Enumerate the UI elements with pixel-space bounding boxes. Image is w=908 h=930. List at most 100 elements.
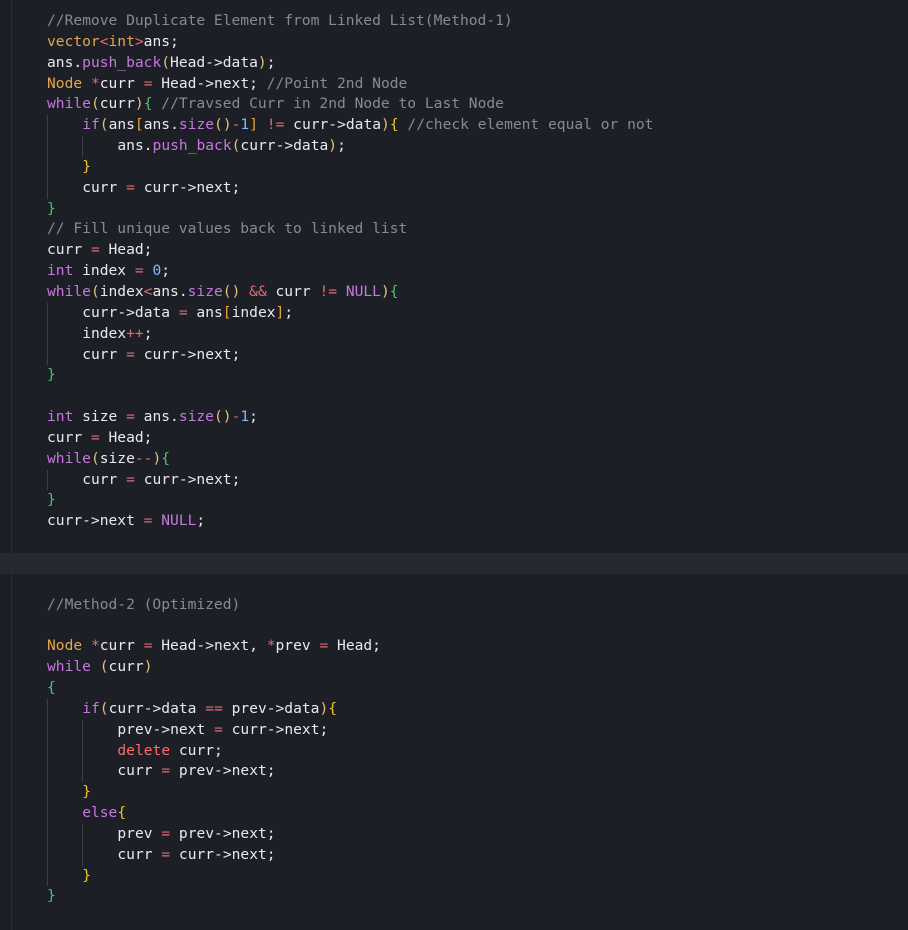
code-line[interactable]: curr->data = ans[index]; (0, 302, 908, 324)
code-token: } (82, 866, 91, 884)
code-line[interactable]: curr = curr->next; (0, 344, 908, 366)
code-token: curr->next; (170, 845, 276, 863)
code-line[interactable]: { (0, 678, 908, 699)
code-line[interactable]: curr = curr->next; (0, 844, 908, 866)
code-line[interactable]: curr = Head; (0, 240, 908, 261)
code-token: if (82, 699, 100, 717)
code-token: else (82, 804, 118, 822)
code-line[interactable]: while(size--){ (0, 449, 908, 470)
code-line[interactable] (0, 552, 908, 574)
code-token: prev->next; (170, 762, 276, 780)
code-token: curr->next; (134, 345, 241, 363)
code-line[interactable]: //Remove Duplicate Element from Linked L… (0, 11, 908, 32)
code-line[interactable]: // Fill unique values back to linked lis… (0, 219, 908, 240)
code-line-content: prev = prev->next; (117, 824, 275, 845)
code-token: = (161, 762, 171, 780)
code-line[interactable]: int size = ans.size()-1; (0, 407, 908, 428)
code-line-content: ans.push_back(curr->data); (117, 136, 346, 157)
code-token: = (161, 845, 171, 863)
code-line[interactable]: curr = Head; (0, 428, 908, 449)
code-token: = (90, 241, 100, 259)
code-token: curr (266, 282, 320, 300)
code-line-content: int size = ans.size()-1; (47, 407, 258, 428)
code-line[interactable]: } (0, 865, 908, 887)
code-token: curr (47, 241, 91, 259)
code-line[interactable]: //Method-2 (Optimized) (0, 595, 908, 616)
code-line[interactable] (0, 574, 908, 595)
code-line[interactable]: if(curr->data == prev->data){ (0, 698, 908, 720)
code-token: curr (117, 845, 162, 863)
code-line[interactable]: while(index<ans.size() && curr != NULL){ (0, 282, 908, 303)
code-line[interactable]: curr->next = NULL; (0, 511, 908, 532)
code-line[interactable]: ans.push_back(Head->data); (0, 53, 908, 74)
code-line[interactable]: ans.push_back(curr->data); (0, 136, 908, 157)
code-token: curr (82, 470, 127, 488)
code-line[interactable]: prev->next = curr->next; (0, 719, 908, 741)
code-line[interactable]: } (0, 156, 908, 178)
code-line[interactable]: } (0, 782, 908, 804)
code-token: curr (82, 345, 127, 363)
code-line[interactable]: Node *curr = Head->next; //Point 2nd Nod… (0, 74, 908, 95)
code-token: ; (161, 262, 171, 280)
code-token: Head; (328, 637, 381, 655)
code-line-content: int index = 0; (47, 261, 170, 282)
code-editor[interactable]: //Remove Duplicate Element from Linked L… (0, 11, 908, 907)
code-token: int (47, 262, 74, 280)
code-line[interactable] (0, 615, 908, 636)
code-token: } (47, 491, 56, 509)
code-token: curr (47, 428, 91, 446)
code-line[interactable]: while (curr) (0, 657, 908, 678)
code-line-content: Node *curr = Head->next, *prev = Head; (47, 636, 381, 657)
code-token: = (214, 720, 223, 738)
code-line[interactable]: delete curr; (0, 740, 908, 762)
code-line[interactable]: index++; (0, 323, 908, 345)
code-token: ans; (143, 32, 179, 50)
code-token: != (266, 116, 285, 134)
code-line[interactable]: } (0, 490, 908, 511)
code-line-content: curr->data = ans[index]; (82, 303, 293, 324)
code-line-content: // Fill unique values back to linked lis… (47, 219, 407, 240)
code-token: () (222, 282, 241, 300)
code-token: curr->data (108, 699, 206, 717)
code-token: push_back (152, 137, 232, 155)
code-token: } (47, 199, 56, 217)
code-line[interactable]: Node *curr = Head->next, *prev = Head; (0, 636, 908, 657)
code-token: ; (143, 324, 153, 342)
code-line[interactable]: curr = curr->next; (0, 177, 908, 199)
code-token: curr (99, 95, 135, 113)
code-token: prev (275, 637, 320, 655)
code-line[interactable] (0, 386, 908, 407)
code-line[interactable]: } (0, 365, 908, 386)
code-line-content: Node *curr = Head->next; //Point 2nd Nod… (47, 74, 407, 95)
code-line[interactable]: int index = 0; (0, 261, 908, 282)
code-token: ) (380, 282, 390, 300)
code-line[interactable]: curr = prev->next; (0, 761, 908, 783)
code-line[interactable]: } (0, 886, 908, 907)
code-token: > (134, 32, 144, 50)
code-line[interactable] (0, 532, 908, 553)
code-token: curr->next; (134, 470, 241, 488)
code-line-content: ans.push_back(Head->data); (47, 53, 276, 74)
indent-guide (82, 823, 84, 845)
code-token: while (47, 95, 91, 113)
code-token: ; (266, 53, 276, 71)
code-token: Head->next; (152, 74, 267, 92)
code-line[interactable]: while(curr){ //Travsed Curr in 2nd Node … (0, 94, 908, 115)
code-token: * (90, 637, 100, 655)
code-line[interactable]: } (0, 199, 908, 220)
code-line[interactable]: vector<int>ans; (0, 32, 908, 53)
code-line[interactable]: if(ans[ans.size()-1] != curr->data){ //c… (0, 115, 908, 137)
indent-guide (82, 844, 84, 866)
code-token: ( (99, 116, 109, 134)
code-line-content: } (47, 365, 56, 386)
code-line[interactable]: else{ (0, 803, 908, 824)
code-line-content: } (82, 157, 91, 178)
code-token: != (319, 282, 338, 300)
code-token: Node (47, 74, 83, 92)
code-line[interactable]: prev = prev->next; (0, 823, 908, 845)
code-line[interactable]: curr = curr->next; (0, 469, 908, 491)
